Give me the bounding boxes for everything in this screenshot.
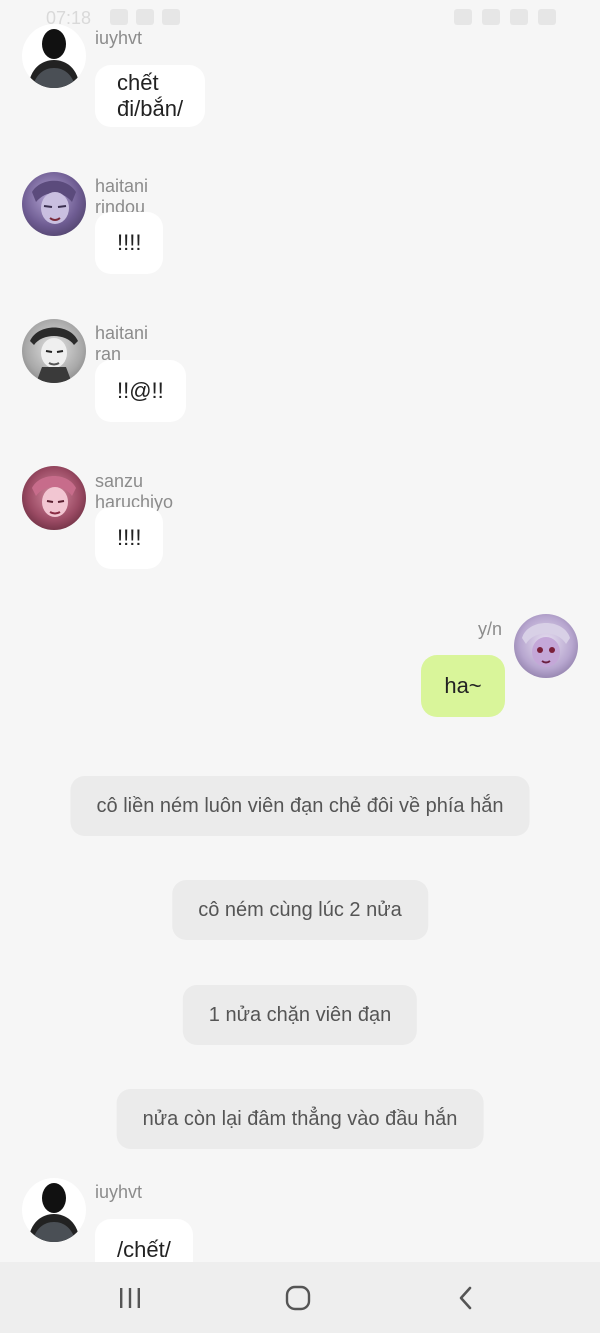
message-bubble[interactable]: !!!! [95, 507, 164, 569]
narration-bubble[interactable]: cô ném cùng lúc 2 nửa [172, 880, 428, 940]
signal-icon [510, 9, 528, 25]
sender-name: haitani ran [95, 323, 149, 364]
status-bar: 07:18 [0, 0, 600, 36]
narration-bubble[interactable]: cô liền ném luôn viên đạn chẻ đôi về phí… [70, 776, 530, 836]
system-icons [454, 9, 556, 25]
avatar[interactable] [22, 172, 86, 236]
avatar[interactable] [22, 466, 86, 530]
alarm-icon [454, 9, 472, 25]
avatar[interactable] [22, 319, 86, 383]
silhouette-icon[interactable] [22, 24, 86, 88]
messenger-notification-icon [162, 9, 180, 25]
avatar[interactable] [514, 614, 578, 678]
narration-bubble[interactable]: 1 nửa chặn viên đạn [182, 985, 418, 1045]
navigation-bar [0, 1262, 600, 1333]
home-icon[interactable] [280, 1280, 316, 1316]
back-icon[interactable] [448, 1280, 484, 1316]
wifi-icon [482, 9, 500, 25]
message-bubble[interactable]: chết đi/bắn/ [95, 65, 206, 127]
narration-bubble[interactable]: nửa còn lại đâm thẳng vào đầu hắn [116, 1089, 484, 1149]
message-bubble[interactable]: !!@!! [95, 360, 186, 422]
message-notification-icon [136, 9, 154, 25]
sender-name: iuyhvt [95, 1182, 143, 1202]
battery-icon [538, 9, 556, 25]
image-notification-icon [110, 9, 128, 25]
silhouette-icon[interactable] [22, 1178, 86, 1242]
message-bubble[interactable]: ha~ [421, 655, 505, 717]
notification-icons [110, 9, 180, 25]
message-bubble[interactable]: !!!! [95, 212, 164, 274]
sender-name: y/n [478, 619, 503, 639]
sender-name: iuyhvt [95, 28, 143, 48]
recent-apps-icon[interactable] [112, 1280, 148, 1316]
